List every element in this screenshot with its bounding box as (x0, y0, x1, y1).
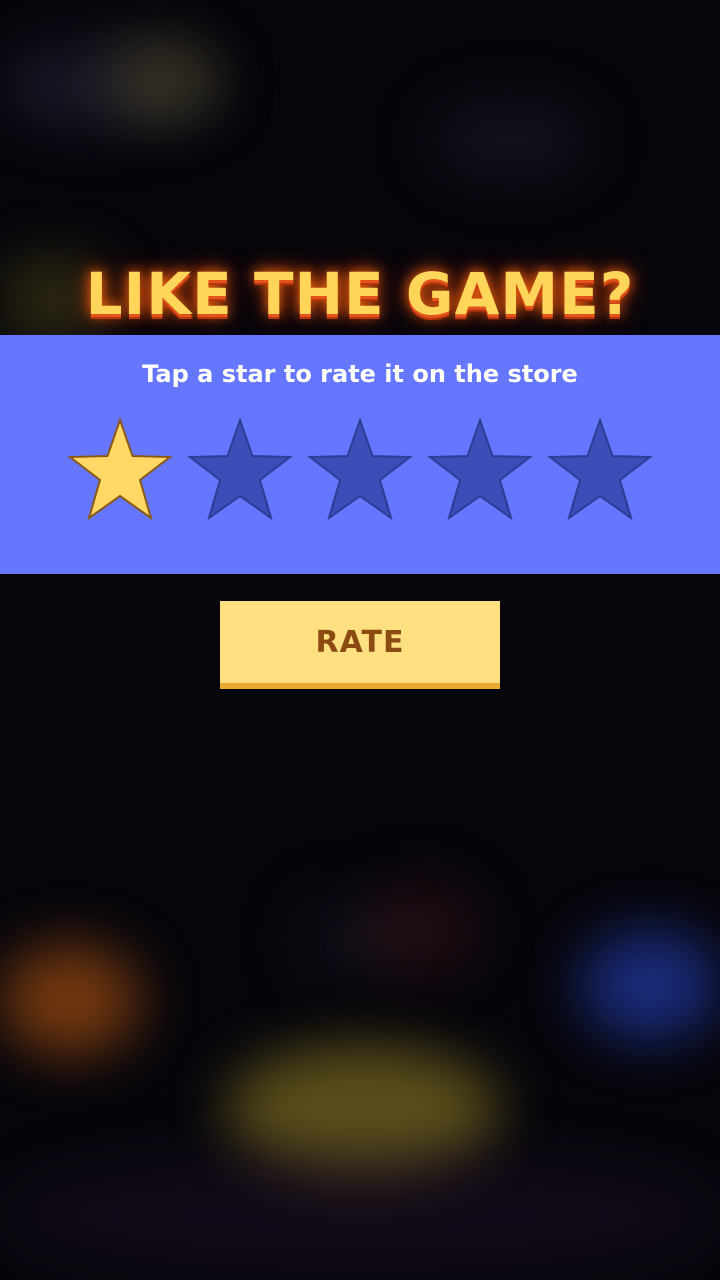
star-3[interactable] (300, 414, 420, 524)
star-icon (307, 416, 413, 521)
star-icon (427, 416, 533, 521)
rate-button-label: RATE (315, 624, 405, 660)
star-2[interactable] (180, 414, 300, 524)
rate-button[interactable]: RATE (220, 601, 500, 689)
star-icon (187, 416, 293, 521)
rate-dialog-screen: LIKE THE GAME? Tap a star to rate it on … (0, 0, 720, 1280)
star-rating (60, 414, 660, 524)
rating-subtitle: Tap a star to rate it on the store (142, 360, 578, 388)
star-4[interactable] (420, 414, 540, 524)
star-1[interactable] (60, 414, 180, 524)
star-icon (67, 416, 173, 521)
dialog-title: LIKE THE GAME? (85, 260, 635, 328)
star-5[interactable] (540, 414, 660, 524)
star-icon (547, 416, 653, 521)
